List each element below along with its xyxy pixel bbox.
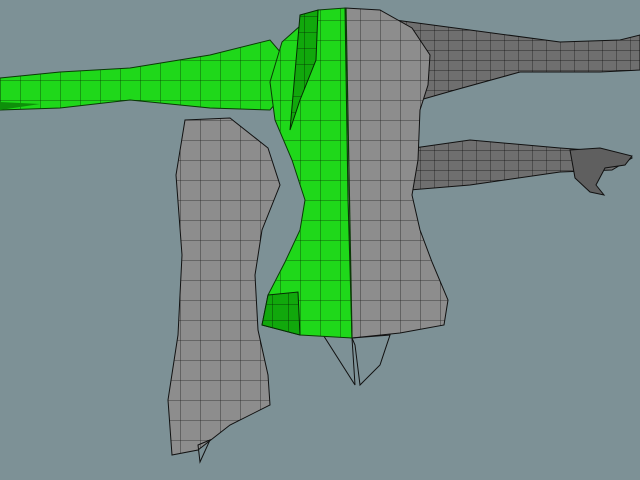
viewport-canvas[interactable] [0, 0, 640, 480]
3d-viewport[interactable] [0, 0, 640, 480]
right-arm-lower[interactable] [399, 139, 634, 196]
hand-right-icon [569, 147, 633, 196]
left-arm-raised[interactable] [0, 39, 301, 111]
left-arm-lower[interactable] [167, 117, 281, 464]
right-arm-raised[interactable] [394, 19, 640, 101]
